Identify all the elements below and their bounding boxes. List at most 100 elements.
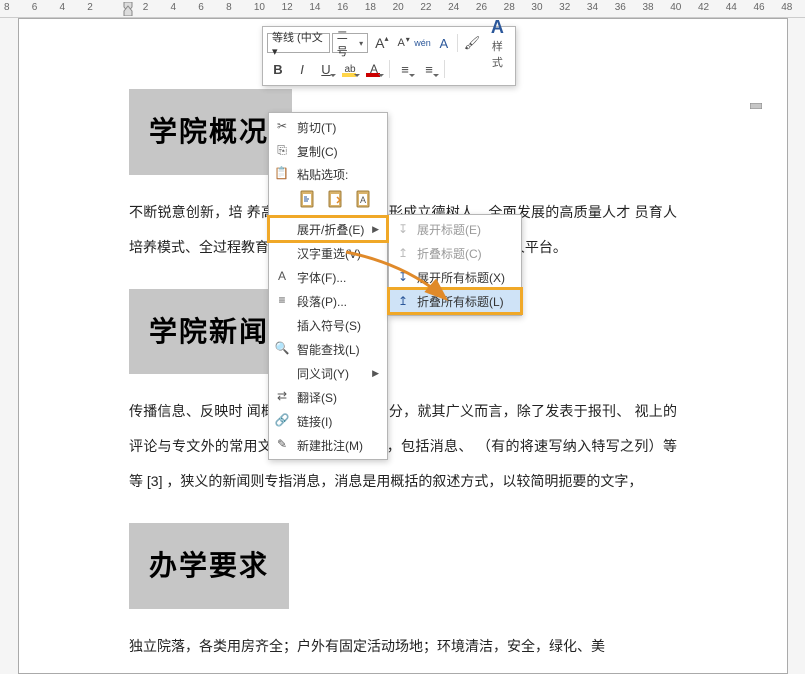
paste-merge-button[interactable] [323,187,347,211]
ctx-insert-symbol[interactable]: 插入符号(S) [269,313,387,337]
comment-icon: ✎ [274,436,290,452]
font-size-selector[interactable]: 二号▾ [332,33,368,53]
ruler-tick: 44 [726,2,737,13]
ruler-tick: 30 [531,2,542,13]
paste-keep-source-button[interactable] [295,187,319,211]
ruler-tick: 32 [559,2,570,13]
underline-button[interactable]: U [315,58,337,80]
paragraph-2[interactable]: 传播信息、反映时 闻概念有广义与狭义之分，就其广义而言，除了发表于报刊、 视上的… [129,394,677,499]
styles-button[interactable]: A 样式 [484,17,511,70]
translate-icon: ⇄ [274,388,290,404]
paste-text-only-button[interactable]: A [351,187,375,211]
ruler-tick: 8 [226,2,232,13]
highlight-color-button[interactable]: ab [339,58,361,80]
ruler-tick: 46 [753,2,764,13]
ctx-paste-options: A [269,185,387,217]
format-painter-icon: 🖌 [464,35,481,51]
ctx-cut[interactable]: ✂ 剪切(T) [269,115,387,139]
ruler-tick: 6 [198,2,204,13]
font-color-button[interactable]: A [363,58,385,80]
sub-collapse-heading[interactable]: ↥ 折叠标题(C) [389,241,521,265]
ruler-tick: 38 [642,2,653,13]
numbering-icon: ≡ [425,62,433,77]
ruler-tick: 14 [309,2,320,13]
ctx-copy[interactable]: ⎘ 复制(C) [269,139,387,163]
ruler-tick: 6 [32,2,38,13]
ctx-paragraph[interactable]: ≡ 段落(P)... [269,289,387,313]
bullets-button[interactable]: ≡ [394,58,416,80]
bold-button[interactable]: B [267,58,289,80]
heading-3-text: 办学要求 [149,550,269,581]
separator [457,34,458,52]
font-name-selector[interactable]: 等线 (中文▾ [267,33,330,53]
shrink-font-button[interactable]: A▾ [391,32,410,54]
ruler-tick: 24 [448,2,459,13]
submenu-arrow-icon: ▶ [372,224,379,235]
document-canvas[interactable]: 学院概况 不断锐意创新，培 养高层次人才为使命，形成立德树人、全面发展的高质量人… [18,18,788,674]
font-color-swatch [366,73,380,77]
font-size-value: 二号 [337,27,356,59]
separator [389,60,390,78]
italic-button[interactable]: I [291,58,313,80]
indent-marker[interactable] [122,2,134,16]
collapse-all-icon: ↥ [395,293,411,309]
ruler-tick: 22 [420,2,431,13]
expand-down-icon: ↧ [395,221,411,237]
context-menu: ✂ 剪切(T) ⎘ 复制(C) 📋 粘贴选项: A 展开/折叠(E) ▶ 汉字重… [268,112,388,460]
ctx-smart-lookup[interactable]: 🔍 智能查找(L) [269,337,387,361]
sub-expand-heading[interactable]: ↧ 展开标题(E) [389,217,521,241]
collapse-up-icon: ↥ [395,245,411,261]
submenu-arrow-icon: ▶ [372,368,379,379]
sub-collapse-all[interactable]: ↥ 折叠所有标题(L) [389,289,521,313]
ruler-tick: 18 [365,2,376,13]
ruler-tick: 8 [4,2,10,13]
ctx-translate[interactable]: ⇄ 翻译(S) [269,385,387,409]
clear-formatting-button[interactable]: A [434,32,453,54]
ctx-paste-options-label: 📋 粘贴选项: [269,163,387,185]
phonetic-guide-button[interactable]: wén [413,32,432,54]
ruler-tick: 48 [781,2,792,13]
ruler-tick: 16 [337,2,348,13]
paragraph-3[interactable]: 独立院落，各类用房齐全；户外有固定活动场地；环境清洁，安全，绿化、美 [129,629,677,664]
ctx-link[interactable]: 🔗 链接(I) [269,409,387,433]
ruler-tick: 4 [171,2,177,13]
ruler-tick: 36 [615,2,626,13]
copy-icon: ⎘ [274,142,290,158]
separator [444,60,445,78]
heading-2-text: 学院新闻 [149,316,269,347]
font-name-value: 等线 (中文▾ [272,29,325,58]
ruler-tick: 12 [282,2,293,13]
numbering-button[interactable]: ≡ [418,58,440,80]
ruler-tick: 26 [476,2,487,13]
format-painter-button[interactable]: 🖌 [462,32,481,54]
paragraph-icon: ≡ [274,292,290,308]
ruler-tick: 40 [670,2,681,13]
sub-expand-all[interactable]: ↧ 展开所有标题(X) [389,265,521,289]
heading-3-block[interactable]: 办学要求 [129,523,289,609]
font-icon: A [274,268,290,284]
link-icon: 🔗 [274,412,290,428]
horizontal-ruler[interactable]: 8642246810121416182022242628303234363840… [0,0,805,18]
grow-font-button[interactable]: A▴ [370,32,389,54]
ruler-tick: 42 [698,2,709,13]
ruler-tick: 2 [143,2,149,13]
ctx-font[interactable]: A 字体(F)... [269,265,387,289]
ruler-tick: 20 [393,2,404,13]
ctx-synonyms[interactable]: 同义词(Y) ▶ [269,361,387,385]
heading-2-block[interactable]: 学院新闻 [129,289,289,375]
expand-collapse-submenu: ↧ 展开标题(E) ↥ 折叠标题(C) ↧ 展开所有标题(X) ↥ 折叠所有标题… [388,214,522,316]
heading-1-text: 学院概况 [149,116,269,147]
ctx-new-comment[interactable]: ✎ 新建批注(M) [269,433,387,457]
ruler-tick: 34 [587,2,598,13]
ctx-reselect-hanzi[interactable]: 汉字重选(V) [269,241,387,265]
expand-all-icon: ↧ [395,269,411,285]
ruler-tick: 10 [254,2,265,13]
paste-icon: 📋 [274,166,289,180]
ruler-tick: 28 [504,2,515,13]
mini-toolbar: 等线 (中文▾ 二号▾ A▴ A▾ wén A 🖌 A 样式 B I U ab … [262,26,516,86]
highlight-swatch [342,73,356,77]
cut-icon: ✂ [274,118,290,134]
smart-lookup-icon: 🔍 [274,340,290,356]
svg-text:A: A [360,195,366,205]
ctx-expand-collapse[interactable]: 展开/折叠(E) ▶ [269,217,387,241]
